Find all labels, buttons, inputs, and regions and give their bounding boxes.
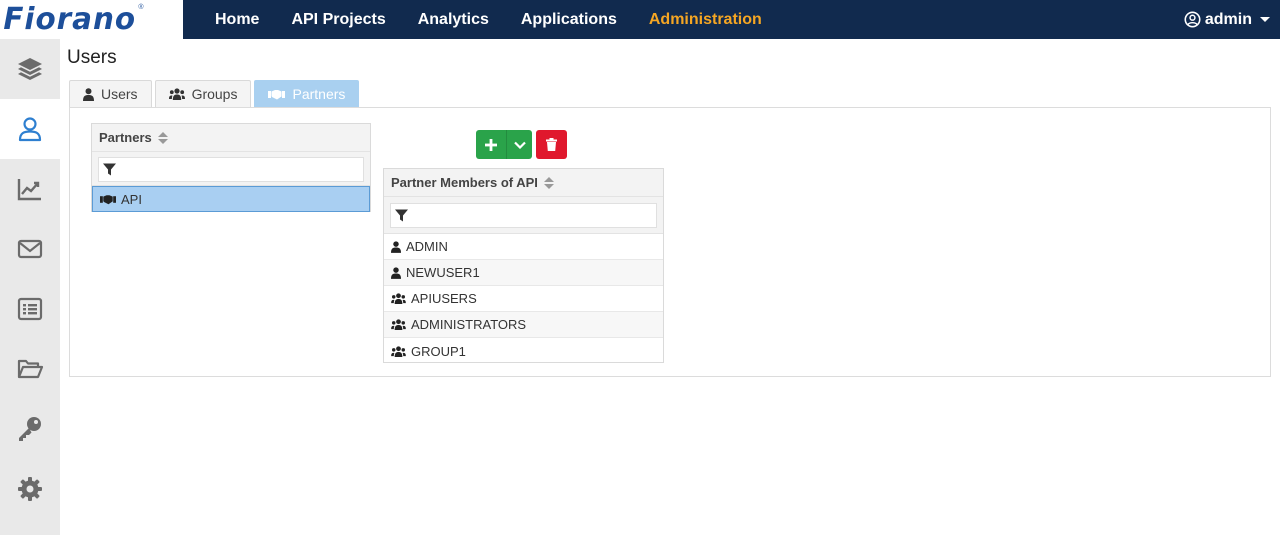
sidebar-item-projects[interactable] — [0, 39, 60, 99]
gear-icon — [18, 477, 42, 501]
member-row-admin[interactable]: ADMIN — [384, 234, 663, 260]
users-icon — [168, 88, 185, 100]
users-tabs: Users Groups Partners — [69, 80, 362, 107]
sidebar-item-list[interactable] — [0, 279, 60, 339]
member-label: ADMINISTRATORS — [411, 317, 527, 332]
sort-icon[interactable] — [157, 131, 168, 144]
members-filter-row — [384, 197, 663, 234]
nav-api-projects[interactable]: API Projects — [291, 11, 385, 29]
username-label: admin — [1204, 10, 1252, 28]
partner-row-label: API — [121, 191, 142, 207]
sort-icon[interactable] — [543, 176, 554, 189]
fiorano-logo[interactable]: Fiorano ® — [0, 0, 183, 39]
member-label: ADMIN — [406, 239, 448, 254]
member-row-newuser1[interactable]: NEWUSER1 — [384, 260, 663, 286]
tab-groups-label: Groups — [191, 86, 238, 102]
members-filter-input[interactable] — [412, 205, 656, 226]
tab-partners[interactable]: Partners — [254, 80, 360, 107]
members-filter-box — [390, 203, 657, 228]
chart-area-icon — [17, 179, 41, 201]
partner-row-api[interactable]: API — [92, 186, 370, 212]
partners-filter-box — [98, 157, 364, 182]
top-navbar: Fiorano ® Home API Projects Analytics App… — [0, 0, 1280, 39]
add-options-dropdown-button[interactable] — [506, 130, 532, 159]
sidebar-item-keys[interactable] — [0, 399, 60, 459]
tab-partners-label: Partners — [292, 86, 346, 102]
users-icon — [391, 345, 406, 357]
users-icon — [391, 293, 406, 304]
tab-users-label: Users — [101, 86, 138, 102]
main-nav: Home API Projects Analytics Applications… — [215, 0, 794, 39]
envelope-icon — [17, 239, 43, 259]
member-label: NEWUSER1 — [406, 265, 480, 280]
chevron-down-icon — [513, 141, 526, 149]
trash-icon — [546, 138, 557, 151]
page-title: Users — [67, 47, 117, 68]
partners-grid: Partners API — [91, 123, 371, 212]
member-row-apiusers[interactable]: APIUSERS — [384, 286, 663, 312]
user-menu[interactable]: admin — [1184, 0, 1270, 39]
filter-icon — [395, 209, 408, 222]
partners-filter-row — [92, 152, 370, 186]
handshake-icon — [268, 89, 286, 99]
nav-administration[interactable]: Administration — [649, 11, 762, 29]
nav-home[interactable]: Home — [215, 11, 259, 29]
folder-open-icon — [17, 359, 44, 379]
tab-users[interactable]: Users — [69, 80, 152, 107]
nav-applications[interactable]: Applications — [521, 11, 617, 29]
members-column-title: Partner Members of API — [391, 175, 538, 190]
member-row-group1[interactable]: GROUP1 — [384, 338, 663, 364]
partners-filter-input[interactable] — [120, 159, 363, 180]
member-toolbar — [476, 130, 567, 159]
partners-column-title: Partners — [99, 130, 152, 145]
partner-members-grid: Partner Members of API ADMIN NEWUSER1 AP… — [383, 168, 664, 363]
chevron-down-icon — [1260, 17, 1270, 22]
layers-icon — [18, 58, 42, 80]
key-icon — [19, 417, 41, 441]
sidebar-item-messages[interactable] — [0, 219, 60, 279]
sidebar-item-analytics[interactable] — [0, 159, 60, 219]
user-icon — [83, 87, 94, 101]
sidebar-item-settings[interactable] — [0, 459, 60, 519]
user-icon — [391, 266, 401, 279]
users-icon — [391, 319, 406, 330]
user-icon — [18, 117, 42, 142]
nav-analytics[interactable]: Analytics — [418, 11, 489, 29]
list-alt-icon — [17, 297, 43, 321]
sidebar — [0, 39, 60, 535]
members-grid-header[interactable]: Partner Members of API — [384, 169, 663, 197]
delete-member-button[interactable] — [536, 130, 567, 159]
user-circle-icon — [1184, 11, 1201, 28]
plus-icon — [485, 138, 497, 151]
registered-mark: ® — [138, 4, 144, 11]
partners-grid-header[interactable]: Partners — [92, 124, 370, 152]
member-label: GROUP1 — [411, 343, 466, 359]
logo-text: Fiorano — [3, 1, 137, 37]
tab-groups[interactable]: Groups — [154, 80, 252, 107]
handshake-icon — [100, 194, 116, 204]
add-member-button[interactable] — [476, 130, 506, 159]
member-row-administrators[interactable]: ADMINISTRATORS — [384, 312, 663, 338]
user-icon — [391, 240, 401, 253]
partners-panel: Partners API Partner Members of API ADMI… — [69, 107, 1271, 377]
sidebar-item-users[interactable] — [0, 99, 60, 159]
filter-icon — [103, 163, 116, 176]
member-label: APIUSERS — [411, 291, 477, 306]
sidebar-item-files[interactable] — [0, 339, 60, 399]
